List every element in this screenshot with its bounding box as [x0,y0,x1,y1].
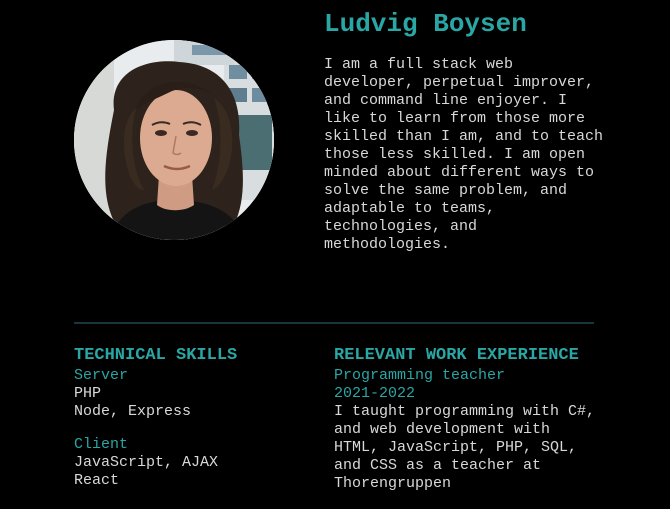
skill-group-title: Client [74,436,129,453]
technical-skills-section: TECHNICAL SKILLS Server PHP Node, Expres… [74,344,314,505]
job-title: Programming teacher [334,367,506,384]
section-divider [74,322,594,324]
job-period: 2021-2022 [334,385,416,402]
job-entry: Programming teacher 2021-2022 I taught p… [334,367,604,493]
skill-group-server: Server PHP Node, Express [74,367,314,421]
profile-bio: I am a full stack web developer, perpetu… [324,56,604,253]
skill-item: React [74,472,120,489]
skill-item: PHP [74,385,102,402]
profile-photo [74,40,274,240]
skill-group-client: Client JavaScript, AJAX React [74,436,314,490]
technical-skills-heading: TECHNICAL SKILLS [74,346,238,365]
skill-item: Node, Express [74,403,192,420]
work-experience-heading: RELEVANT WORK EXPERIENCE [334,346,579,365]
skill-item: JavaScript, AJAX [74,454,219,471]
portrait-image [74,40,274,240]
work-experience-section: RELEVANT WORK EXPERIENCE Programming tea… [334,344,604,493]
profile-name: Ludvig Boysen [324,9,527,39]
job-description: I taught programming with C#, and web de… [334,403,596,492]
skill-group-title: Server [74,367,129,384]
